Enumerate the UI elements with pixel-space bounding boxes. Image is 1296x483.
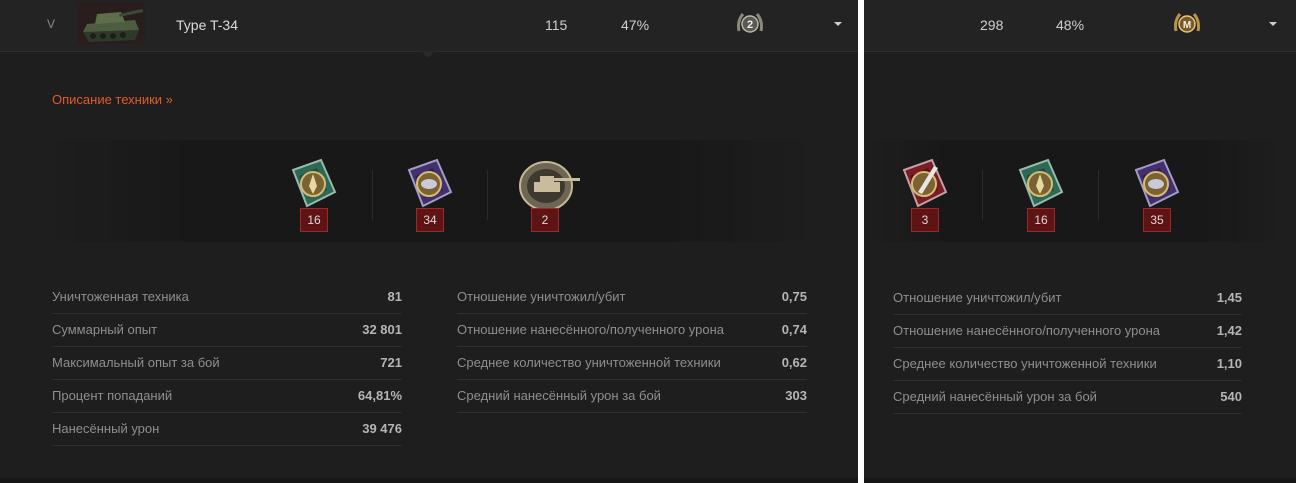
mastery-badge-icon: 2 (735, 9, 765, 39)
mastery-badge-label: 2 (747, 19, 753, 31)
medal-green-epic[interactable]: 16 (283, 156, 345, 236)
battles-count: 298 (980, 17, 1004, 33)
mastery-badge-label: M (1183, 20, 1191, 31)
stat-label: Суммарный опыт (52, 322, 158, 337)
chevron-down-icon[interactable] (830, 17, 846, 29)
vehicle-stats-panel-compact: 298 48% M 3 16 35 Отношение уничтожил/уб… (864, 0, 1296, 483)
stat-value: 32 801 (362, 322, 402, 337)
stat-label: Отношение уничтожил/убит (457, 289, 626, 304)
stat-row: Отношение уничтожил/убит 0,75 (457, 280, 807, 314)
medal-green-epic[interactable]: 16 (1010, 156, 1072, 236)
stat-row: Нанесённый урон 39 476 (52, 412, 402, 446)
stat-row: Уничтоженная техника 81 (52, 280, 402, 314)
stat-row: Отношение уничтожил/убит 1,45 (893, 281, 1242, 315)
stat-label: Отношение уничтожил/убит (893, 290, 1062, 305)
stat-value: 1,45 (1216, 290, 1242, 305)
stat-label: Среднее количество уничтоженной техники (457, 355, 721, 370)
stat-value: 0,75 (781, 289, 807, 304)
panel-bottom-edge (864, 478, 1296, 483)
medal-count: 16 (1027, 208, 1055, 232)
chevron-down-icon[interactable] (1265, 17, 1281, 29)
stat-value: 64,81% (357, 388, 402, 403)
stat-value: 0,62 (781, 355, 807, 370)
stat-label: Уничтоженная техника (52, 289, 189, 304)
stat-value: 1,10 (1216, 356, 1242, 371)
tank-thumbnail-icon (77, 2, 145, 44)
tank-name: Type T-34 (176, 17, 239, 33)
stat-value: 81 (387, 289, 402, 304)
stat-label: Отношение нанесённого/полученного урона (893, 323, 1161, 338)
stat-label: Среднее количество уничтоженной техники (893, 356, 1157, 371)
stat-value: 303 (785, 388, 807, 403)
stat-row: Отношение нанесённого/полученного урона … (457, 313, 807, 347)
stat-value: 0,74 (781, 322, 807, 337)
stat-row: Среднее количество уничтоженной техники … (457, 346, 807, 380)
medal-tank-badge[interactable]: 2 (514, 156, 580, 236)
stat-label: Средний нанесённый урон за бой (457, 388, 661, 403)
medal-divider (372, 170, 373, 220)
panel-bottom-edge (0, 478, 858, 483)
stat-row: Среднее количество уничтоженной техники … (893, 347, 1242, 381)
stat-label: Нанесённый урон (52, 421, 160, 436)
stat-row: Суммарный опыт 32 801 (52, 313, 402, 347)
header-pointer (421, 51, 435, 58)
medal-red-sword[interactable]: 3 (894, 156, 956, 236)
win-rate: 48% (1056, 17, 1085, 33)
stat-row: Средний нанесённый урон за бой 303 (457, 379, 807, 413)
medal-divider (1098, 170, 1099, 220)
stat-label: Процент попаданий (52, 388, 173, 403)
medal-count: 16 (300, 208, 328, 232)
vehicle-header-row[interactable]: V Type T-34 115 47% 2 (0, 0, 858, 52)
stat-value: 540 (1220, 389, 1242, 404)
medal-count: 3 (911, 208, 939, 232)
medal-divider (982, 170, 983, 220)
medal-divider (487, 170, 488, 220)
stat-value: 1,42 (1216, 323, 1242, 338)
stat-value: 39 476 (362, 421, 402, 436)
tier-label: V (47, 17, 56, 31)
stat-row: Процент попаданий 64,81% (52, 379, 402, 413)
stat-row: Максимальный опыт за бой 721 (52, 346, 402, 380)
vehicle-header-row[interactable]: 298 48% M (864, 0, 1296, 52)
medal-purple-epic[interactable]: 35 (1126, 156, 1188, 236)
medal-count: 2 (531, 208, 559, 232)
mastery-badge-icon: M (1172, 9, 1202, 39)
stat-label: Максимальный опыт за бой (52, 355, 220, 370)
vehicle-description-link[interactable]: Описание техники » (52, 92, 173, 107)
medal-count: 35 (1143, 208, 1171, 232)
battles-count: 115 (545, 17, 568, 33)
medal-purple-epic[interactable]: 34 (399, 156, 461, 236)
stat-label: Средний нанесённый урон за бой (893, 389, 1097, 404)
win-rate: 47% (621, 17, 650, 33)
stat-label: Отношение нанесённого/полученного урона (457, 322, 725, 337)
stat-row: Отношение нанесённого/полученного урона … (893, 314, 1242, 348)
vehicle-stats-panel: V Type T-34 115 47% 2 Описание техники » (0, 0, 858, 483)
medal-count: 34 (416, 208, 444, 232)
stat-value: 721 (380, 355, 402, 370)
stat-row: Средний нанесённый урон за бой 540 (893, 380, 1242, 414)
